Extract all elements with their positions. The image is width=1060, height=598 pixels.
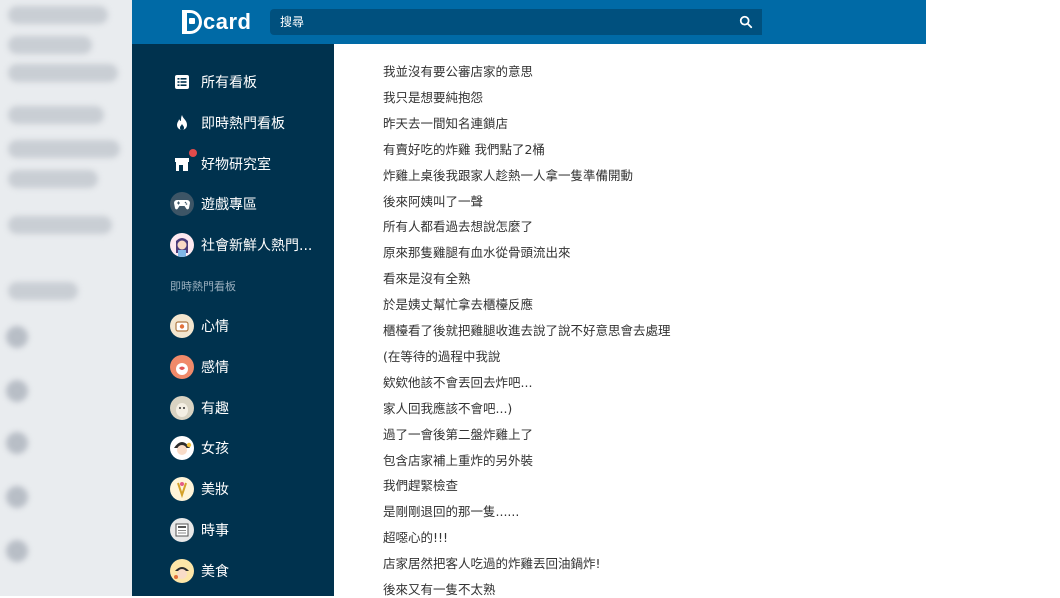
- dcard-logo[interactable]: card: [182, 9, 251, 35]
- blur-shape: [6, 326, 28, 348]
- post-line: 所有人都看過去想說怎麼了: [383, 219, 534, 235]
- mood-board-icon: [170, 314, 194, 338]
- board-item-label: 感情: [201, 360, 229, 376]
- list-icon: [170, 70, 194, 94]
- post-line: (在等待的過程中我說: [383, 348, 501, 364]
- sidebar-item-hot-boards[interactable]: 即時熱門看板: [170, 108, 285, 138]
- post-line: 櫃檯看了後就把雞腿收進去說了說不好意思會去處理: [383, 323, 671, 338]
- section-label-hot-boards: 即時熱門看板: [170, 280, 236, 293]
- blur-shape: [8, 282, 78, 300]
- post-line: 昨天去一間知名連鎖店: [383, 115, 509, 131]
- board-item-label: 有趣: [201, 401, 229, 417]
- sidebar-item-newcomer[interactable]: 社會新鮮人熱門...: [170, 230, 312, 260]
- post-line: 有賣好吃的炸雞 我們點了2桶: [383, 141, 545, 157]
- blur-shape: [6, 486, 28, 508]
- post-line: 我只是想要純抱怨: [383, 89, 484, 105]
- sidebar: 所有看板 即時熱門看板 好物研究室 遊戲專區 社會新鮮人熱門... 即時熱門看板…: [132, 44, 334, 596]
- board-item-mood[interactable]: 心情: [170, 311, 229, 341]
- board-item-news[interactable]: 時事: [170, 515, 229, 545]
- board-item-makeup[interactable]: 美妝: [170, 474, 229, 504]
- post-line: 於是姨丈幫忙拿去櫃檯反應: [383, 297, 534, 313]
- sidebar-item-label: 好物研究室: [201, 157, 271, 173]
- board-item-label: 時事: [201, 523, 229, 539]
- post-line: 店家居然把客人吃過的炸雞丟回油鍋炸!: [383, 556, 601, 572]
- sidebar-item-label: 社會新鮮人熱門...: [201, 238, 313, 254]
- food-board-icon: [170, 559, 194, 583]
- board-item-relationship[interactable]: 感情: [170, 352, 229, 382]
- top-bar: card 搜尋: [132, 0, 926, 44]
- blur-shape: [8, 64, 118, 82]
- board-item-food[interactable]: 美食: [170, 556, 229, 586]
- post-line: 炸雞上桌後我跟家人趁熱一人拿一隻準備開動: [383, 167, 634, 183]
- search-icon: [739, 15, 753, 29]
- post-line: 看來是沒有全熟: [383, 271, 471, 287]
- sidebar-item-all-boards[interactable]: 所有看板: [170, 67, 257, 97]
- post-line: 家人回我應該不會吧...): [383, 400, 513, 416]
- logo-text: card: [203, 9, 252, 34]
- post-line: 欸欸他該不會丟回去炸吧...: [383, 374, 533, 390]
- blur-shape: [8, 6, 108, 24]
- post-line: 超噁心的!!!: [383, 530, 449, 546]
- post-content: 我並沒有要公審店家的意思 我只是想要純抱怨昨天去一間知名連鎖店有賣好吃的炸雞 我們…: [334, 44, 926, 597]
- board-item-girl[interactable]: 女孩: [170, 433, 229, 463]
- newcomer-avatar: [170, 233, 194, 257]
- search-button[interactable]: [730, 9, 762, 35]
- sidebar-item-goods-lab[interactable]: 好物研究室: [170, 149, 271, 179]
- logo-d-icon: [182, 10, 202, 34]
- flame-icon: [170, 111, 194, 135]
- relationship-board-icon: [170, 355, 194, 379]
- blur-shape: [8, 106, 104, 124]
- gamepad-icon: [170, 192, 194, 216]
- post-line: 我並沒有要公審店家的意思: [383, 64, 534, 79]
- post-line: 原來那隻雞腿有血水從骨頭流出來: [383, 245, 571, 261]
- board-item-label: 心情: [201, 319, 229, 335]
- post-line: 過了一會後第二盤炸雞上了: [383, 426, 534, 442]
- blur-shape: [8, 140, 120, 158]
- blur-shape: [8, 170, 98, 188]
- sidebar-item-label: 遊戲專區: [201, 197, 257, 213]
- search-placeholder: 搜尋: [280, 15, 305, 29]
- post-line: 包含店家補上重炸的另外裝: [383, 452, 534, 468]
- right-margin: [926, 0, 1060, 596]
- board-item-funny[interactable]: 有趣: [170, 393, 229, 423]
- post-line: 後來又有一隻不太熟: [383, 582, 496, 597]
- sidebar-item-games[interactable]: 遊戲專區: [170, 189, 257, 219]
- notification-badge: [189, 149, 197, 157]
- store-icon: [170, 149, 197, 176]
- news-board-icon: [170, 518, 194, 542]
- sidebar-item-label: 所有看板: [201, 75, 257, 91]
- search-input[interactable]: 搜尋: [270, 9, 762, 35]
- post-line: 是剛剛退回的那一隻......: [383, 504, 520, 520]
- makeup-board-icon: [170, 477, 194, 501]
- board-item-label: 美妝: [201, 482, 229, 498]
- blurred-background: [0, 0, 132, 596]
- post-line: 我們趕緊檢查: [383, 478, 459, 494]
- board-item-label: 美食: [201, 564, 229, 580]
- blur-shape: [6, 432, 28, 454]
- sidebar-item-label: 即時熱門看板: [201, 116, 285, 132]
- blur-shape: [6, 540, 28, 562]
- funny-board-icon: [170, 396, 194, 420]
- board-item-label: 女孩: [201, 441, 229, 457]
- blur-shape: [6, 380, 28, 402]
- blur-shape: [8, 36, 92, 54]
- post-line: 後來阿姨叫了一聲: [383, 193, 484, 209]
- blur-shape: [8, 216, 112, 234]
- girl-board-icon: [170, 436, 194, 460]
